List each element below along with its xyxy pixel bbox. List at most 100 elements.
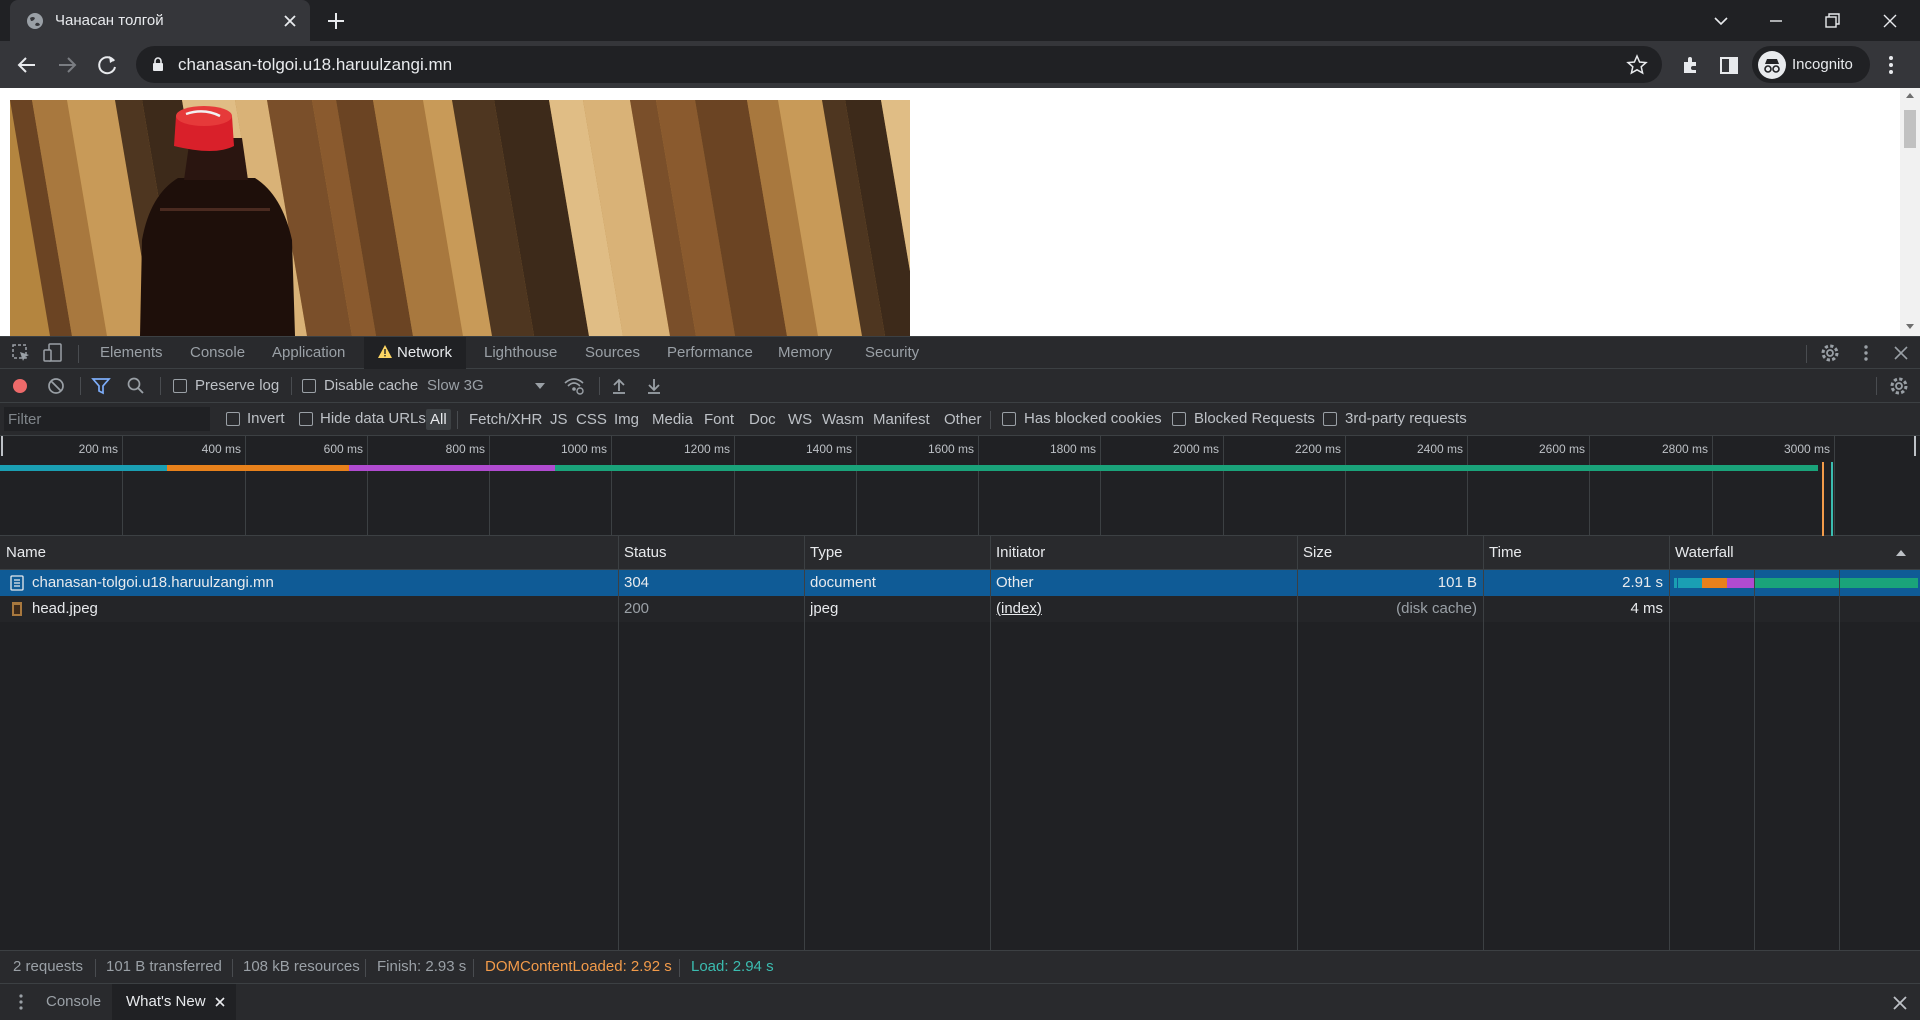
column-header-type[interactable]: Type	[804, 536, 990, 570]
blocked-requests-checkbox[interactable]	[1172, 412, 1186, 426]
overview-tick-label: 600 ms	[323, 442, 363, 456]
tab-application[interactable]: Application	[258, 337, 359, 369]
filter-ws[interactable]: WS	[784, 409, 816, 430]
filter-wasm[interactable]: Wasm	[818, 409, 868, 430]
tab-sources[interactable]: Sources	[571, 337, 654, 369]
tab-performance[interactable]: Performance	[653, 337, 767, 369]
restore-icon[interactable]	[1817, 6, 1847, 36]
tab-console[interactable]: Console	[176, 337, 259, 369]
column-header-size[interactable]: Size	[1297, 536, 1483, 570]
devtools-menu-icon[interactable]	[1855, 342, 1877, 364]
overview-tick-label: 1000 ms	[560, 442, 607, 456]
browser-menu-icon[interactable]	[1874, 48, 1908, 82]
forward-arrow-icon[interactable]	[50, 48, 84, 82]
tab-memory[interactable]: Memory	[764, 337, 846, 369]
clear-icon[interactable]	[45, 375, 67, 397]
page-scrollbar[interactable]	[1900, 88, 1920, 336]
filter-img[interactable]: Img	[610, 409, 643, 430]
network-conditions-icon[interactable]	[563, 375, 585, 397]
tab-lighthouse[interactable]: Lighthouse	[470, 337, 571, 369]
extensions-puzzle-icon[interactable]	[1674, 48, 1708, 82]
filter-doc[interactable]: Doc	[745, 409, 780, 430]
inspect-element-icon[interactable]	[10, 342, 32, 364]
separator	[291, 377, 292, 395]
tab-network[interactable]: Network	[364, 337, 467, 369]
scroll-up-icon[interactable]	[1906, 92, 1914, 100]
record-icon[interactable]	[9, 375, 31, 397]
new-tab-icon[interactable]	[324, 9, 348, 33]
throttling-select[interactable]: Slow 3G	[424, 373, 550, 399]
drawer-menu-icon[interactable]	[12, 993, 30, 1011]
close-tab-icon[interactable]	[214, 996, 226, 1008]
filter-funnel-icon[interactable]	[90, 375, 112, 397]
sort-ascending-icon[interactable]	[1896, 549, 1906, 557]
column-header-initiator[interactable]: Initiator	[990, 536, 1297, 570]
filter-js[interactable]: JS	[546, 409, 572, 430]
incognito-profile-button[interactable]: Incognito	[1752, 46, 1870, 83]
third-party-requests-checkbox[interactable]	[1323, 412, 1337, 426]
network-settings-gear-icon[interactable]	[1888, 375, 1910, 397]
warning-icon	[378, 345, 392, 358]
filter-fetch-xhr[interactable]: Fetch/XHR	[465, 409, 546, 430]
disable-cache-checkbox[interactable]	[302, 379, 316, 393]
export-har-icon[interactable]	[643, 375, 665, 397]
side-panel-icon[interactable]	[1712, 48, 1746, 82]
address-bar[interactable]: chanasan-tolgoi.u18.haruulzangi.mn	[136, 46, 1662, 83]
network-overview[interactable]: 200 ms 400 ms 600 ms 800 ms 1000 ms 1200 ms 14…	[0, 436, 1920, 536]
invert-checkbox[interactable]	[226, 412, 240, 426]
request-initiator[interactable]: (index)	[990, 596, 1297, 622]
column-header-name[interactable]: Name	[0, 536, 618, 570]
url-text[interactable]: chanasan-tolgoi.u18.haruulzangi.mn	[178, 55, 452, 75]
hide-data-urls-label: Hide data URLs	[320, 410, 426, 427]
request-time: 2.91 s	[1622, 574, 1663, 591]
close-devtools-icon[interactable]	[1890, 342, 1912, 364]
overview-left-handle[interactable]	[1, 436, 3, 456]
tab-elements[interactable]: Elements	[86, 337, 177, 369]
back-arrow-icon[interactable]	[10, 48, 44, 82]
has-blocked-cookies-checkbox[interactable]	[1002, 412, 1016, 426]
table-row[interactable]: head.jpeg 200 jpeg (index) (disk cache) 4 ms	[0, 596, 1920, 622]
table-row[interactable]: chanasan-tolgoi.u18.haruulzangi.mn 304 doc…	[0, 570, 1920, 596]
reload-icon[interactable]	[90, 48, 124, 82]
tab-label: Lighthouse	[484, 344, 558, 361]
tab-search-icon[interactable]	[1706, 6, 1736, 36]
bookmark-star-icon[interactable]	[1626, 54, 1648, 76]
close-tab-icon[interactable]	[280, 11, 300, 31]
drawer-tab-console[interactable]: Console	[32, 984, 115, 1020]
search-icon[interactable]	[125, 375, 147, 397]
close-window-icon[interactable]	[1875, 6, 1905, 36]
browser-tab[interactable]: Чанасан толгой	[10, 0, 310, 41]
column-divider	[804, 536, 805, 950]
column-divider	[618, 536, 619, 950]
tab-security[interactable]: Security	[851, 337, 933, 369]
overview-right-handle[interactable]	[1914, 436, 1916, 456]
filter-all[interactable]: All	[426, 409, 451, 430]
lock-icon[interactable]	[150, 56, 166, 72]
column-header-waterfall[interactable]: Waterfall	[1669, 536, 1920, 570]
request-name[interactable]: chanasan-tolgoi.u18.haruulzangi.mn	[26, 570, 616, 596]
import-har-icon[interactable]	[608, 375, 630, 397]
filter-css[interactable]: CSS	[572, 409, 611, 430]
column-header-time[interactable]: Time	[1483, 536, 1669, 570]
tab-label: Application	[272, 344, 346, 361]
scroll-down-icon[interactable]	[1906, 322, 1914, 330]
column-header-status[interactable]: Status	[618, 536, 804, 570]
filter-input[interactable]	[4, 407, 210, 431]
minimize-icon[interactable]	[1761, 6, 1791, 36]
filter-font[interactable]: Font	[700, 409, 738, 430]
hide-data-urls-checkbox[interactable]	[299, 412, 313, 426]
request-size: 101 B	[1437, 574, 1477, 591]
preserve-log-checkbox[interactable]	[173, 379, 187, 393]
filter-other[interactable]: Other	[940, 409, 986, 430]
summary-requests: 2 requests	[13, 958, 84, 975]
device-toolbar-icon[interactable]	[42, 342, 64, 364]
filter-manifest[interactable]: Manifest	[869, 409, 934, 430]
separator	[457, 411, 458, 429]
request-name[interactable]: head.jpeg	[26, 596, 616, 622]
settings-gear-icon[interactable]	[1819, 342, 1841, 364]
scrollbar-thumb[interactable]	[1904, 110, 1916, 148]
close-drawer-icon[interactable]	[1891, 994, 1909, 1012]
filter-media[interactable]: Media	[648, 409, 697, 430]
drawer-tab-what-s-new[interactable]: What's New	[112, 984, 236, 1020]
overview-gridline	[122, 436, 123, 536]
